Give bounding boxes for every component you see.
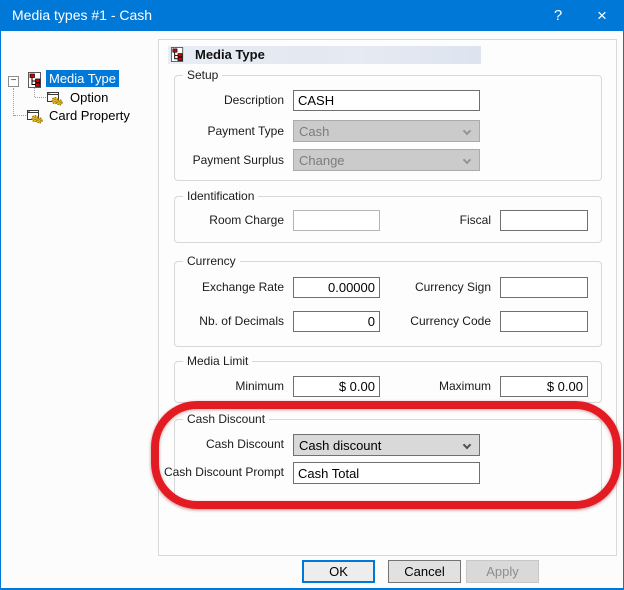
exchange-rate-input[interactable] — [293, 277, 380, 298]
payment-type-label: Payment Type — [208, 124, 285, 138]
cancel-button[interactable]: Cancel — [388, 560, 461, 583]
exchange-rate-label: Exchange Rate — [202, 280, 284, 294]
currency-group-title: Currency — [183, 254, 240, 268]
tree-item-media-type[interactable]: Media Type — [46, 70, 119, 87]
cash-discount-prompt-input[interactable] — [293, 462, 480, 484]
description-label: Description — [224, 93, 284, 107]
currency-sign-input[interactable] — [500, 277, 588, 298]
maximum-label: Maximum — [439, 379, 491, 393]
hierarchy-icon — [170, 47, 185, 67]
help-button[interactable]: ? — [540, 1, 576, 31]
currency-code-label: Currency Code — [410, 314, 491, 328]
minimum-label: Minimum — [235, 379, 284, 393]
currency-group: Currency Exchange Rate Currency Sign Nb.… — [174, 261, 602, 347]
tree-expander-minus[interactable]: − — [8, 76, 19, 87]
tree-connector-line — [34, 88, 35, 97]
cash-discount-dropdown[interactable]: Cash discount — [293, 434, 480, 456]
cash-discount-group-title: Cash Discount — [183, 412, 269, 426]
room-charge-input — [293, 210, 380, 231]
currency-sign-label: Currency Sign — [415, 280, 491, 294]
tree-connector-line — [13, 88, 14, 116]
tree-item-card-property[interactable]: Card Property — [46, 107, 133, 124]
room-charge-label: Room Charge — [209, 213, 284, 227]
tree-connector-line — [14, 115, 26, 116]
payment-surplus-dropdown: Change — [293, 149, 480, 171]
tree-connector-line — [35, 97, 46, 98]
panel-header: Media Type — [168, 46, 481, 64]
window-title: Media types #1 - Cash — [12, 7, 152, 23]
description-input[interactable] — [293, 90, 480, 111]
media-limit-group: Media Limit Minimum Maximum — [174, 361, 602, 403]
gears-window-icon — [27, 108, 43, 124]
payment-type-dropdown: Cash — [293, 120, 480, 142]
fiscal-input[interactable] — [500, 210, 588, 231]
nb-decimals-input[interactable] — [293, 311, 380, 332]
apply-button: Apply — [466, 560, 539, 583]
setup-group-title: Setup — [183, 68, 222, 82]
currency-code-input[interactable] — [500, 311, 588, 332]
gears-window-icon — [47, 90, 63, 106]
payment-type-value: Cash — [299, 124, 329, 139]
identification-group: Identification Room Charge Fiscal — [174, 196, 602, 243]
media-types-dialog: Media types #1 - Cash ? × − Media Type — [0, 0, 624, 590]
tree-item-option[interactable]: Option — [67, 89, 111, 106]
cash-discount-value: Cash discount — [299, 438, 381, 453]
close-button[interactable]: × — [584, 1, 620, 31]
fiscal-label: Fiscal — [460, 213, 491, 227]
hierarchy-icon — [27, 72, 43, 88]
ok-button[interactable]: OK — [302, 560, 375, 583]
media-type-panel: Media Type Setup Description Payment Typ… — [158, 39, 617, 556]
setup-group: Setup Description Payment Type Cash Paym… — [174, 75, 602, 181]
payment-surplus-value: Change — [299, 153, 345, 168]
identification-group-title: Identification — [183, 189, 258, 203]
cash-discount-group: Cash Discount Cash Discount Cash discoun… — [174, 419, 602, 502]
nb-decimals-label: Nb. of Decimals — [199, 314, 284, 328]
payment-surplus-label: Payment Surplus — [193, 153, 284, 167]
cash-discount-prompt-label: Cash Discount Prompt — [164, 465, 284, 479]
media-limit-group-title: Media Limit — [183, 354, 252, 368]
maximum-input[interactable] — [500, 376, 588, 397]
dropdown-chevron-icon — [463, 156, 471, 164]
navigation-tree: − Media Type Option — [1, 31, 158, 588]
panel-title: Media Type — [195, 47, 265, 62]
dropdown-chevron-icon — [463, 441, 471, 449]
minimum-input[interactable] — [293, 376, 380, 397]
dropdown-chevron-icon — [463, 127, 471, 135]
cash-discount-label: Cash Discount — [206, 437, 284, 451]
titlebar: Media types #1 - Cash ? × — [1, 1, 623, 31]
